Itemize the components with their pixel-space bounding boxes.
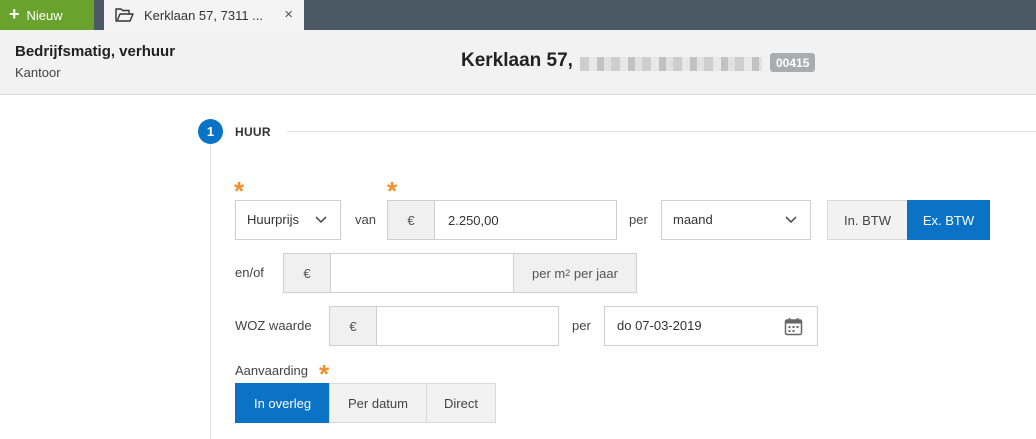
period-select[interactable]: maand [661, 200, 811, 240]
woz-date-value: do 07-03-2019 [617, 318, 702, 333]
btw-incl-button[interactable]: In. BTW [827, 200, 908, 240]
woz-date-field[interactable]: do 07-03-2019 [604, 306, 818, 346]
van-label: van [355, 212, 376, 227]
chevron-down-icon [785, 216, 797, 224]
price-type-value: Huurprijs [247, 212, 300, 227]
amount-field[interactable]: € 2.250,00 [387, 200, 617, 240]
chevron-down-icon [315, 216, 327, 224]
per-label: per [629, 212, 648, 227]
calendar-icon[interactable] [784, 317, 803, 336]
sqm-suffix-rest: per jaar [570, 265, 618, 281]
property-type: Bedrijfsmatig, verhuur [15, 43, 176, 60]
sqm-suffix-prefix: per m [532, 265, 566, 281]
aanvaarding-per-datum-button[interactable]: Per datum [329, 383, 427, 423]
aanvaarding-direct-button[interactable]: Direct [426, 383, 496, 423]
folder-open-icon [115, 8, 134, 22]
tab-property[interactable]: Kerklaan 57, 7311 ... × [104, 0, 304, 30]
sqm-price-field[interactable]: € per m2 per jaar [283, 253, 637, 293]
step-title: HUUR [235, 125, 271, 139]
woz-field[interactable]: € [329, 306, 559, 346]
code-badge: 00415 [770, 53, 816, 72]
amount-input[interactable]: 2.250,00 [448, 201, 499, 239]
woz-label: WOZ waarde [235, 318, 312, 333]
price-type-select[interactable]: Huurprijs [235, 200, 341, 240]
sqm-suffix-addon: per m2 per jaar [513, 254, 636, 292]
tab-label: Kerklaan 57, 7311 ... [144, 7, 264, 23]
currency-addon: € [330, 307, 377, 345]
new-button-label: Nieuw [26, 7, 63, 23]
btw-excl-button[interactable]: Ex. BTW [907, 200, 990, 240]
step-divider [287, 131, 1036, 132]
close-icon[interactable]: × [284, 6, 293, 23]
aanvaarding-in-overleg-button[interactable]: In overleg [235, 383, 330, 423]
redacted-address [580, 57, 762, 71]
step-number: 1 [198, 119, 223, 144]
top-bar: + Nieuw Kerklaan 57, 7311 ... × [0, 0, 1036, 30]
new-button[interactable]: + Nieuw [0, 0, 94, 30]
step-connector [210, 144, 211, 439]
currency-addon: € [284, 254, 331, 292]
currency-addon: € [388, 201, 435, 239]
period-value: maand [673, 212, 713, 227]
property-subtype: Kantoor [15, 65, 61, 80]
page-title: Kerklaan 57, [461, 50, 573, 71]
page-header: Bedrijfsmatig, verhuur Kantoor Kerklaan … [0, 30, 1036, 95]
plus-icon: + [9, 4, 20, 24]
enof-label: en/of [235, 265, 264, 280]
woz-per-label: per [572, 318, 591, 333]
aanvaarding-label: Aanvaarding [235, 363, 308, 378]
